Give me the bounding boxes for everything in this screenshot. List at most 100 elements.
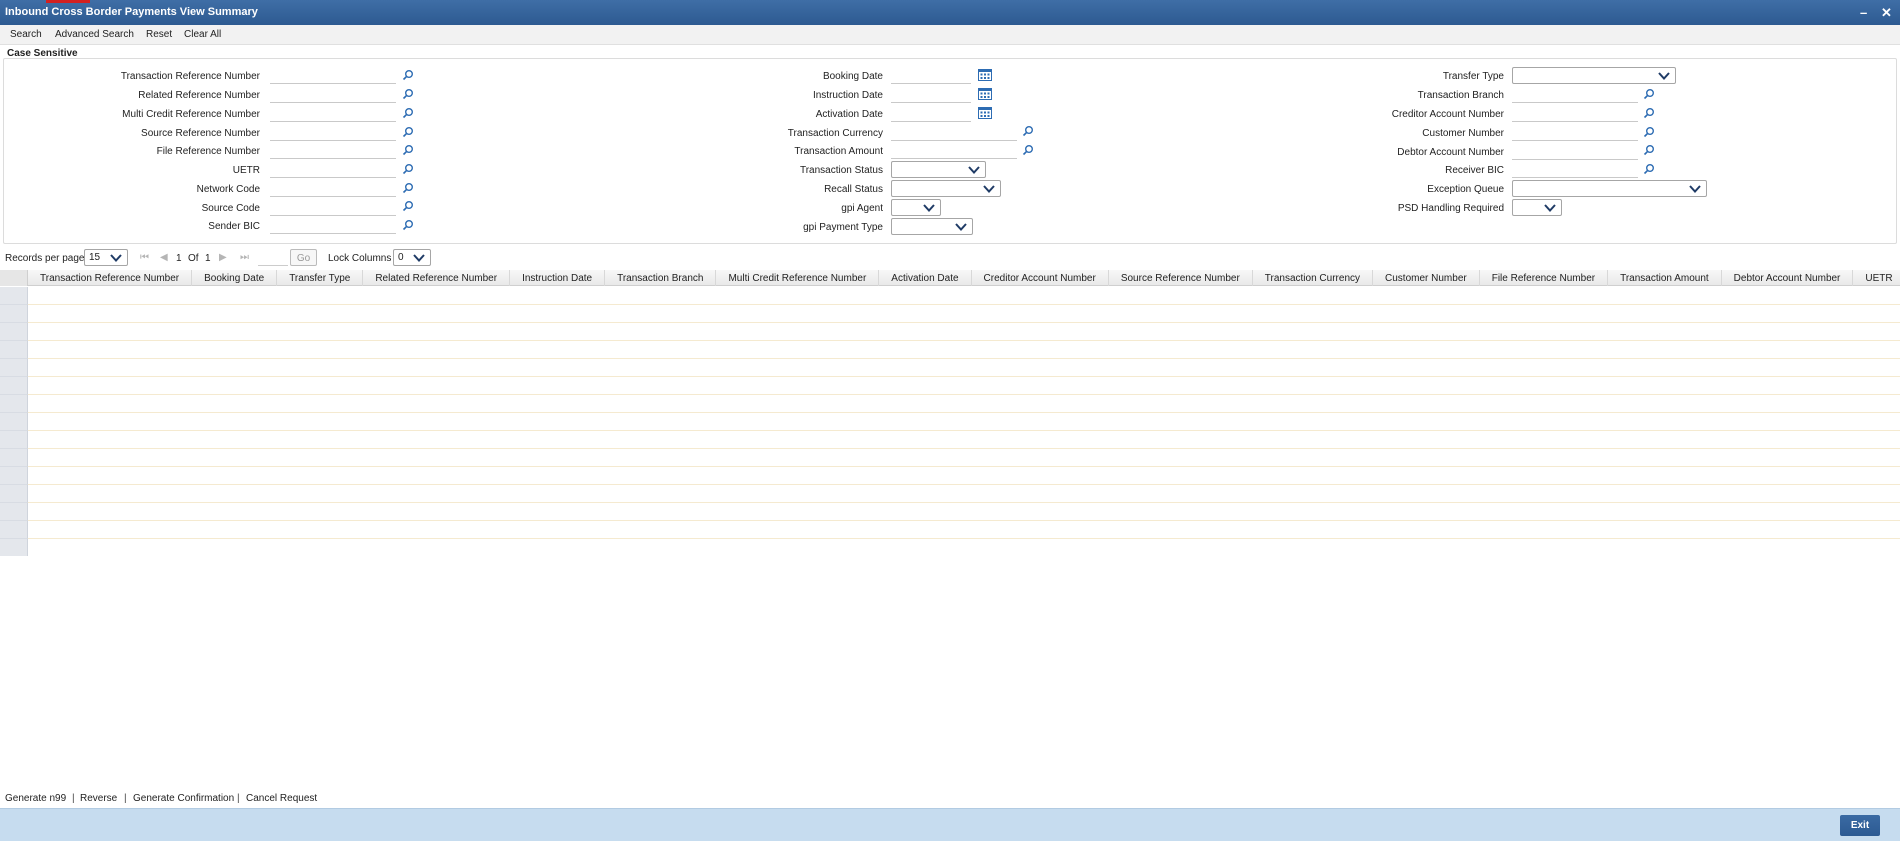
reset-menu-item[interactable]: Reset <box>146 29 172 40</box>
transaction-amount-field[interactable] <box>891 144 1017 159</box>
row-selector[interactable] <box>0 287 28 305</box>
column-header[interactable]: Transaction Amount <box>1608 270 1722 286</box>
transaction-status-select[interactable] <box>891 161 986 178</box>
row-selector[interactable] <box>0 467 28 485</box>
creditor-account-number-field[interactable] <box>1512 107 1638 122</box>
column-header[interactable]: Source Reference Number <box>1109 270 1253 286</box>
column-header[interactable]: Transaction Currency <box>1253 270 1374 286</box>
recall-status-select[interactable] <box>891 180 1001 197</box>
first-page-icon[interactable]: ⏮ <box>140 252 149 263</box>
network-code-field[interactable] <box>270 182 396 197</box>
search-icon[interactable] <box>402 219 414 231</box>
source-code-field[interactable] <box>270 201 396 216</box>
exit-button[interactable]: Exit <box>1840 815 1880 836</box>
column-header[interactable]: UETR <box>1853 270 1900 286</box>
table-row[interactable] <box>0 413 1900 431</box>
search-icon[interactable] <box>402 88 414 100</box>
lock-columns-select[interactable]: 0 <box>393 249 431 266</box>
search-icon[interactable] <box>1643 126 1655 138</box>
table-row[interactable] <box>0 341 1900 359</box>
search-icon[interactable] <box>402 163 414 175</box>
column-header[interactable]: Transaction Reference Number <box>28 270 193 286</box>
booking-date-field[interactable] <box>891 69 971 84</box>
column-header[interactable]: Transaction Branch <box>605 270 717 286</box>
related-reference-number-field[interactable] <box>270 88 396 103</box>
generate-confirmation-link[interactable]: Generate Confirmation <box>133 793 234 804</box>
file-reference-number-field[interactable] <box>270 144 396 159</box>
search-menu-item[interactable]: Search <box>10 29 42 40</box>
table-row[interactable] <box>0 521 1900 539</box>
calendar-icon[interactable] <box>978 106 992 119</box>
go-button[interactable]: Go <box>290 249 317 266</box>
search-icon[interactable] <box>402 107 414 119</box>
search-icon[interactable] <box>402 69 414 81</box>
column-header[interactable]: Instruction Date <box>510 270 606 286</box>
column-header[interactable]: Related Reference Number <box>363 270 511 286</box>
table-row[interactable] <box>0 449 1900 467</box>
row-selector[interactable] <box>0 395 28 413</box>
select-all-cell[interactable] <box>0 270 28 286</box>
search-icon[interactable] <box>402 126 414 138</box>
column-header[interactable]: File Reference Number <box>1480 270 1609 286</box>
calendar-icon[interactable] <box>978 68 992 81</box>
row-selector[interactable] <box>0 413 28 431</box>
column-header[interactable]: Creditor Account Number <box>972 270 1109 286</box>
column-header[interactable]: Activation Date <box>879 270 972 286</box>
search-icon[interactable] <box>1643 107 1655 119</box>
uetr-field[interactable] <box>270 163 396 178</box>
reverse-link[interactable]: Reverse <box>80 793 117 804</box>
table-row[interactable] <box>0 287 1900 305</box>
column-header[interactable]: Booking Date <box>192 270 278 286</box>
receiver-bic-field[interactable] <box>1512 163 1638 178</box>
column-header[interactable]: Customer Number <box>1373 270 1480 286</box>
source-reference-number-field[interactable] <box>270 126 396 141</box>
search-icon[interactable] <box>1022 125 1034 137</box>
generate-n99-link[interactable]: Generate n99 <box>5 793 66 804</box>
activation-date-field[interactable] <box>891 107 971 122</box>
row-selector[interactable] <box>0 485 28 503</box>
minimize-button[interactable]: – <box>1860 5 1867 20</box>
advanced-search-menu-item[interactable]: Advanced Search <box>55 29 134 40</box>
table-row[interactable] <box>0 359 1900 377</box>
search-icon[interactable] <box>402 182 414 194</box>
close-button[interactable]: ✕ <box>1881 5 1892 21</box>
cancel-request-link[interactable]: Cancel Request <box>246 793 317 804</box>
transaction-reference-number-field[interactable] <box>270 69 396 84</box>
gpi-agent-select[interactable] <box>891 199 941 216</box>
column-header[interactable]: Transfer Type <box>277 270 364 286</box>
row-selector[interactable] <box>0 431 28 449</box>
column-header[interactable]: Debtor Account Number <box>1722 270 1854 286</box>
transaction-branch-field[interactable] <box>1512 88 1638 103</box>
transaction-currency-field[interactable] <box>891 126 1017 141</box>
row-selector[interactable] <box>0 323 28 341</box>
instruction-date-field[interactable] <box>891 88 971 103</box>
row-selector[interactable] <box>0 341 28 359</box>
search-icon[interactable] <box>402 144 414 156</box>
psd-handling-required-select[interactable] <box>1512 199 1562 216</box>
last-page-icon[interactable]: ⏭ <box>240 252 249 263</box>
table-row[interactable] <box>0 395 1900 413</box>
sender-bic-field[interactable] <box>270 219 396 234</box>
exception-queue-select[interactable] <box>1512 180 1707 197</box>
row-selector[interactable] <box>0 359 28 377</box>
search-icon[interactable] <box>1643 144 1655 156</box>
go-to-page-input[interactable] <box>258 249 288 266</box>
row-selector[interactable] <box>0 521 28 539</box>
multi-credit-reference-number-field[interactable] <box>270 107 396 122</box>
table-row[interactable] <box>0 377 1900 395</box>
search-icon[interactable] <box>402 200 414 212</box>
table-row[interactable] <box>0 323 1900 341</box>
gpi-payment-type-select[interactable] <box>891 218 973 235</box>
customer-number-field[interactable] <box>1512 126 1638 141</box>
table-row[interactable] <box>0 485 1900 503</box>
row-selector[interactable] <box>0 305 28 323</box>
table-row[interactable] <box>0 305 1900 323</box>
transfer-type-select[interactable] <box>1512 67 1676 84</box>
clear-all-menu-item[interactable]: Clear All <box>184 29 221 40</box>
search-icon[interactable] <box>1643 163 1655 175</box>
row-selector[interactable] <box>0 503 28 521</box>
table-row[interactable] <box>0 539 1900 556</box>
debtor-account-number-field[interactable] <box>1512 145 1638 160</box>
table-row[interactable] <box>0 431 1900 449</box>
table-row[interactable] <box>0 503 1900 521</box>
